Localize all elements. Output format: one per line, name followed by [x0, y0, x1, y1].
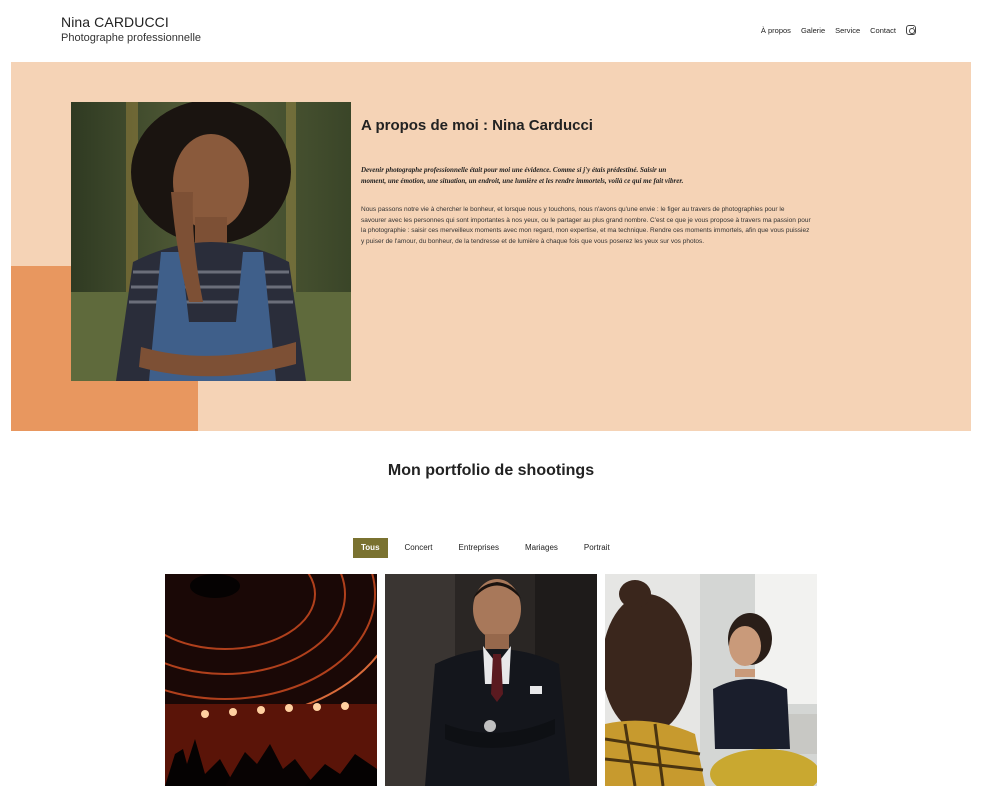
filter-mariages[interactable]: Mariages [516, 538, 567, 558]
business-photo-illustration [385, 574, 597, 786]
nav-link-service[interactable]: Service [835, 26, 860, 35]
filter-portrait[interactable]: Portrait [575, 538, 619, 558]
about-body: Nous passons notre vie à chercher le bon… [361, 206, 811, 245]
main-nav: À propos Galerie Service Contact [761, 25, 916, 35]
portrait-photo [71, 102, 351, 381]
about-quote: Devenir photographe professionnelle étai… [361, 166, 684, 185]
nav-link-a-propos[interactable]: À propos [761, 26, 791, 35]
instagram-icon[interactable] [906, 25, 916, 35]
about-title: A propos de moi : Nina Carducci [361, 117, 593, 134]
gallery-grid [165, 574, 817, 786]
brand-name[interactable]: Nina CARDUCCI [61, 14, 169, 30]
concert-photo-illustration [165, 574, 377, 786]
portrait-photo-illustration [71, 102, 351, 381]
gallery-image-meeting[interactable] [605, 574, 817, 786]
gallery-image-concert[interactable] [165, 574, 377, 786]
filter-tous[interactable]: Tous [353, 538, 388, 558]
gallery-image-business[interactable] [385, 574, 597, 786]
about-section: A propos de moi : Nina Carducci Devenir … [11, 62, 971, 431]
meeting-photo-illustration [605, 574, 817, 786]
filter-concert[interactable]: Concert [396, 538, 442, 558]
nav-link-galerie[interactable]: Galerie [801, 26, 825, 35]
nav-link-contact[interactable]: Contact [870, 26, 896, 35]
portfolio-title: Mon portfolio de shootings [387, 462, 595, 479]
brand-subtitle: Photographe professionnelle [61, 32, 202, 44]
gallery-filters: Tous Concert Entreprises Mariages Portra… [353, 538, 619, 558]
site-header: Nina CARDUCCI Photographe professionnell… [0, 0, 982, 62]
filter-entreprises[interactable]: Entreprises [450, 538, 508, 558]
